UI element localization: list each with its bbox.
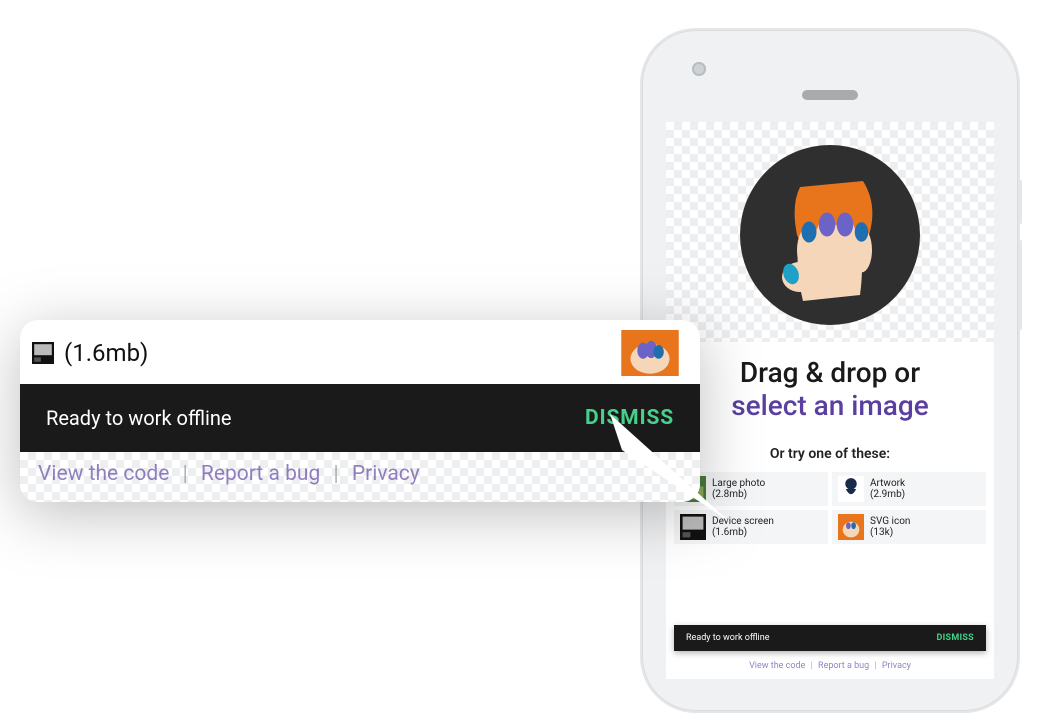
report-bug-link[interactable]: Report a bug xyxy=(201,462,320,486)
headline-text: Drag & drop or xyxy=(676,356,984,389)
phone-screen: Drag & drop or select an image Or try on… xyxy=(666,122,994,679)
phone-side-button xyxy=(1018,180,1022,224)
squoosh-logo-icon xyxy=(755,160,905,310)
phone-camera xyxy=(692,62,706,76)
callout-offline-toast: Ready to work offline DISMISS xyxy=(20,384,700,452)
sample-svg-icon[interactable]: SVG icon (13k) xyxy=(832,510,986,544)
callout-sample-row: (1.6mb) xyxy=(20,320,700,384)
logo-icon xyxy=(838,514,864,540)
device-icon xyxy=(32,342,54,364)
sample-size: (13k) xyxy=(870,527,910,539)
logo-icon xyxy=(618,330,682,376)
drop-zone[interactable] xyxy=(666,122,994,342)
privacy-link[interactable]: Privacy xyxy=(352,462,420,486)
callout-pointer xyxy=(610,414,730,534)
artwork-icon xyxy=(838,476,864,502)
zoom-callout: (1.6mb) Ready to work offline DISMISS Vi… xyxy=(20,320,700,502)
callout-sample-size: (1.6mb) xyxy=(64,339,148,367)
toast-message: Ready to work offline xyxy=(686,633,770,643)
callout-footer: View the code | Report a bug | Privacy xyxy=(20,452,700,502)
view-code-link[interactable]: View the code xyxy=(38,462,169,486)
sample-size: (2.9mb) xyxy=(870,489,905,501)
phone-speaker xyxy=(802,90,858,100)
app-logo xyxy=(740,145,920,325)
offline-toast: Ready to work offline DISMISS xyxy=(674,625,986,651)
sample-label: Artwork xyxy=(870,478,905,490)
report-bug-link[interactable]: Report a bug xyxy=(818,661,869,671)
sample-artwork[interactable]: Artwork (2.9mb) xyxy=(832,472,986,506)
phone-volume-button xyxy=(1018,240,1022,330)
toast-message: Ready to work offline xyxy=(46,406,232,430)
sample-label: SVG icon xyxy=(870,516,910,528)
view-code-link[interactable]: View the code xyxy=(749,661,805,671)
privacy-link[interactable]: Privacy xyxy=(882,661,911,671)
footer-links: View the code | Report a bug | Privacy xyxy=(666,661,994,671)
dismiss-button[interactable]: DISMISS xyxy=(936,633,974,643)
